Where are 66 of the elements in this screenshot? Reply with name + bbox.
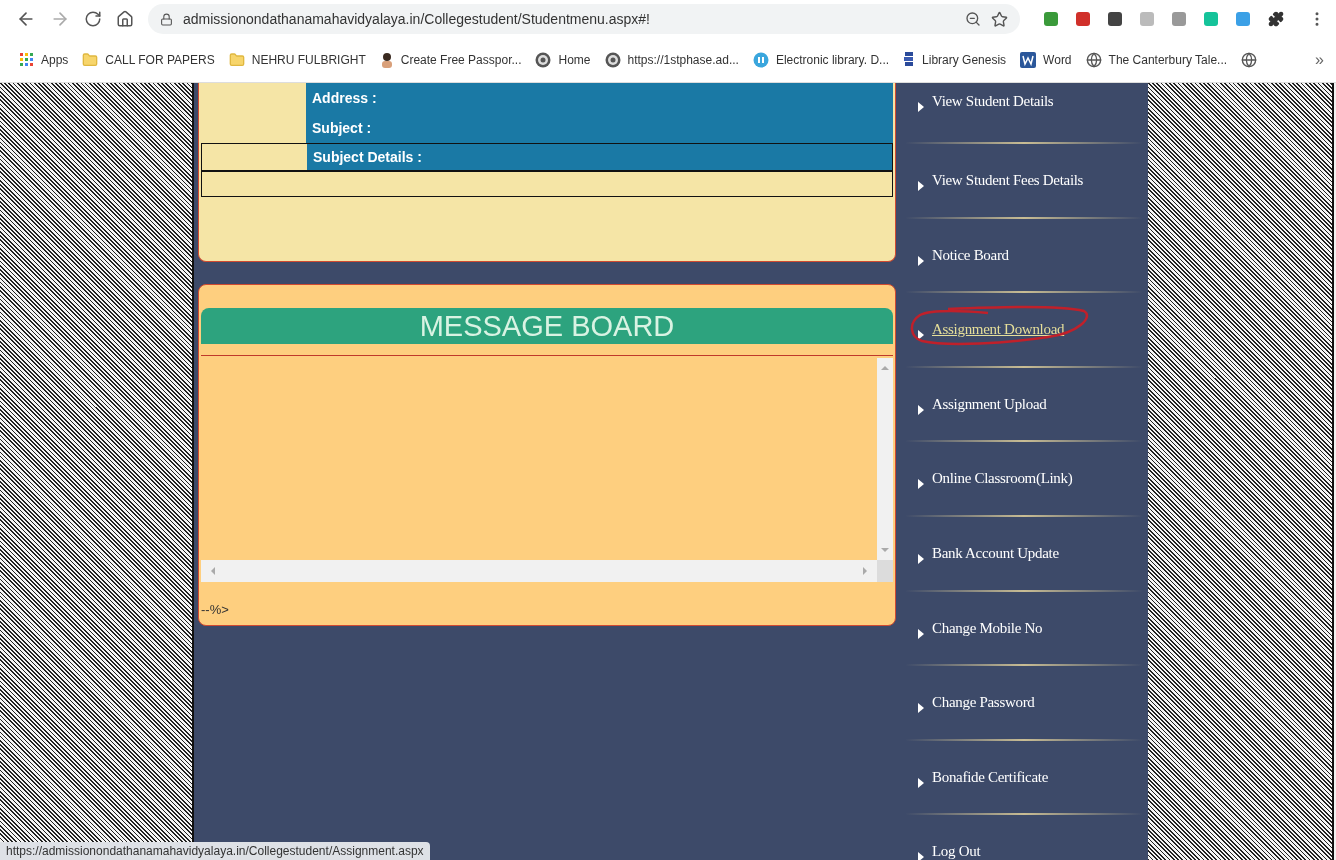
apps-grid-icon <box>20 53 34 67</box>
menu-link[interactable]: Bank Account Update <box>932 544 1059 562</box>
bookmark[interactable]: Word <box>1020 52 1072 68</box>
extension-icon[interactable] <box>1204 12 1218 26</box>
bookmark[interactable]: Home <box>535 52 591 68</box>
reload-icon[interactable] <box>84 10 102 28</box>
home-icon[interactable] <box>116 10 134 28</box>
triangle-icon <box>918 181 924 191</box>
vertical-scrollbar[interactable] <box>877 358 893 560</box>
seal-icon <box>604 52 621 68</box>
triangle-icon <box>918 255 924 266</box>
field-label: Subject Details : <box>313 149 422 165</box>
bookmark[interactable]: Electronic library. D... <box>752 52 890 68</box>
horizontal-scrollbar[interactable] <box>201 560 877 582</box>
triangle-icon <box>918 553 924 564</box>
lock-icon <box>160 12 173 26</box>
menu-link[interactable]: Assignment Download <box>932 321 1065 339</box>
more-bookmarks[interactable]: » <box>1315 51 1324 69</box>
bookmark[interactable]: Create Free Passpor... <box>379 52 522 68</box>
books-icon <box>903 51 916 69</box>
menu-link[interactable]: Change Mobile No <box>932 619 1043 637</box>
person-icon <box>379 52 394 68</box>
menu-link[interactable]: Notice Board <box>932 246 1009 264</box>
globe-icon <box>1241 52 1258 68</box>
menu-link[interactable]: View Student Details <box>932 93 1054 110</box>
menu-link[interactable]: Assignment Upload <box>932 395 1047 413</box>
extension-icon[interactable] <box>1108 12 1122 26</box>
bookmark[interactable]: CALL FOR PAPERS <box>82 52 215 68</box>
bookmark[interactable]: The Canterbury Tale... <box>1085 52 1228 68</box>
extension-icon[interactable] <box>1172 12 1186 26</box>
field-label: Subject : <box>312 120 372 136</box>
extension-icon[interactable] <box>1076 12 1090 26</box>
triangle-icon <box>918 852 924 860</box>
message-board-title: MESSAGE BOARD <box>201 308 893 344</box>
bookmark[interactable]: Apps <box>20 53 69 67</box>
menu-link[interactable]: Online Classroom(Link) <box>932 470 1073 488</box>
menu-link[interactable]: Log Out <box>932 843 981 860</box>
field-label: Address : <box>312 90 377 106</box>
circle-icon <box>752 52 769 68</box>
menu-link[interactable]: View Student Fees Details <box>932 172 1084 189</box>
folder-icon <box>228 52 245 68</box>
star-icon[interactable] <box>991 10 1008 28</box>
puzzle-icon[interactable] <box>1268 11 1284 27</box>
zoom-out-icon[interactable] <box>965 11 981 27</box>
triangle-icon <box>918 330 924 341</box>
word-icon <box>1020 52 1037 68</box>
address-bar[interactable]: admissionondathanamahavidyalaya.in/Collegestudent/Studentmenu.aspx#! <box>148 4 1020 34</box>
triangle-icon <box>918 777 924 788</box>
triangle-icon <box>918 102 924 112</box>
extension-icon[interactable] <box>1044 12 1058 26</box>
globe-icon <box>1085 52 1102 68</box>
scrollbar-corner <box>877 560 893 582</box>
seal-icon <box>535 52 552 68</box>
folder-icon <box>82 52 99 68</box>
extension-icon[interactable] <box>1236 12 1250 26</box>
status-bar: https://admissionondathanamahavidyalaya.in/Collegestudent/Assignment.aspx <box>0 842 430 860</box>
menu-link[interactable]: Change Password <box>932 694 1035 712</box>
triangle-icon <box>918 628 924 639</box>
menu-link[interactable]: Bonafide Certificate <box>932 768 1049 786</box>
bookmark[interactable]: Library Genesis <box>903 51 1007 69</box>
bookmark[interactable]: NEHRU FULBRIGHT <box>228 52 366 68</box>
triangle-icon <box>918 703 924 714</box>
triangle-icon <box>918 404 924 415</box>
footer-text: --%> <box>201 602 229 617</box>
triangle-icon <box>918 479 924 490</box>
bookmark[interactable]: https://1stphase.ad... <box>604 52 739 68</box>
